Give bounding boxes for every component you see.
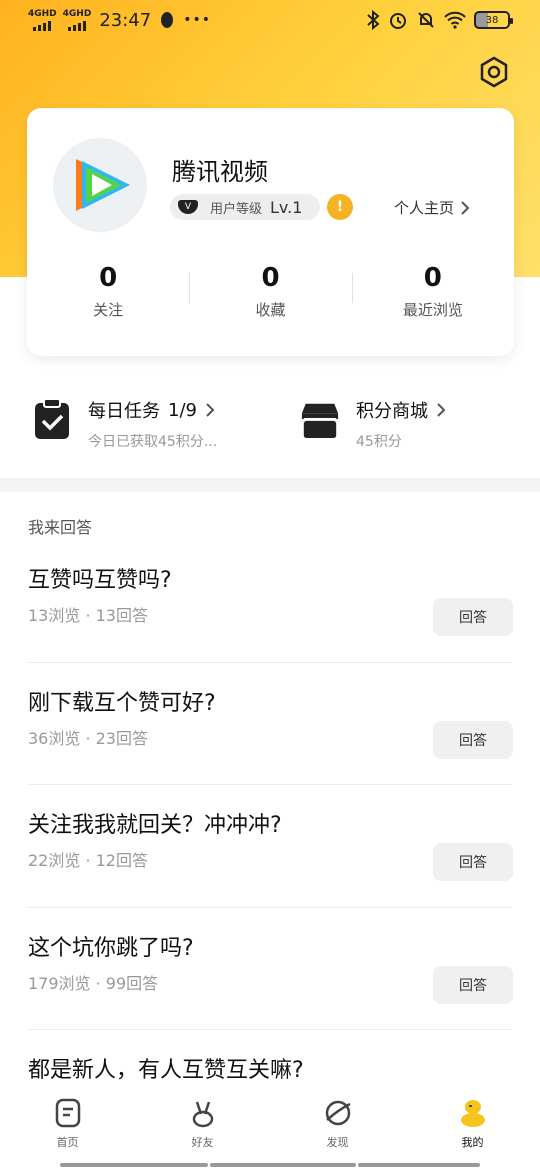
chevron-right-icon [206, 403, 215, 417]
signal-label-1: 4GHD [28, 8, 57, 19]
wifi-icon [444, 11, 466, 29]
nav-discover-label: 发现 [326, 1136, 349, 1149]
home-indicator-right [358, 1163, 480, 1167]
store-box-icon [301, 403, 339, 439]
nav-home-label: 首页 [56, 1136, 79, 1149]
friends-icon [192, 1101, 213, 1128]
clipboard-check-icon [35, 398, 69, 439]
question-list: 互赞吗互赞吗? 13浏览 · 13回答 回答 刚下载互个赞可好? 36浏览 · … [0, 540, 540, 1153]
daily-tasks-title: 每日任务 [88, 401, 160, 422]
question-item[interactable]: 关注我我就回关？冲冲冲? 22浏览 · 12回答 回答 [28, 785, 513, 908]
stat-favorites[interactable]: 0 收藏 [189, 263, 351, 320]
question-title: 互赞吗互赞吗? [28, 568, 172, 593]
nav-discover[interactable]: 发现 [270, 1088, 405, 1158]
tasks-row: 每日任务 1/9 今日已获取45积分... 积分商城 45积分 [0, 385, 540, 475]
points-store-title: 积分商城 [356, 401, 428, 422]
status-time: 23:47 [99, 9, 152, 31]
answer-button[interactable]: 回答 [433, 720, 513, 759]
settings-hexagon-icon [480, 56, 508, 88]
home-icon [55, 1098, 80, 1128]
nav-friends[interactable]: 好友 [135, 1088, 270, 1158]
question-meta: 36浏览 · 23回答 [28, 728, 148, 748]
signal-label-2: 4GHD [62, 8, 92, 19]
answer-section-title: 我来回答 [28, 518, 93, 537]
personal-homepage-label: 个人主页 [394, 199, 455, 217]
question-title: 这个坑你跳了吗? [28, 935, 194, 961]
points-coin-icon[interactable]: ! [327, 194, 353, 220]
status-bar: 4GHD 4GHD 23:47 ••• 38 [0, 0, 540, 40]
nav-me[interactable]: 我的 [405, 1088, 540, 1158]
profile-name: 腾讯视频 [172, 158, 268, 186]
more-notifications: ••• [183, 12, 211, 28]
chevron-right-icon [437, 403, 446, 417]
points-store-entry[interactable]: 积分商城 45积分 [300, 397, 446, 451]
user-level-badge[interactable]: V 用户等级 Lv.1 [170, 194, 320, 220]
question-meta: 179浏览 · 99回答 [28, 973, 159, 993]
battery-indicator: 38 [474, 11, 513, 29]
mute-bell-icon [418, 12, 434, 28]
home-indicator-left [60, 1163, 208, 1167]
answer-button[interactable]: 回答 [433, 598, 513, 636]
settings-button[interactable] [477, 55, 511, 89]
question-item[interactable]: 互赞吗互赞吗? 13浏览 · 13回答 回答 [28, 540, 513, 663]
alarm-icon [390, 13, 406, 29]
question-meta: 13浏览 · 13回答 [28, 606, 148, 625]
nav-home[interactable]: 首页 [0, 1088, 135, 1158]
bluetooth-icon [367, 10, 380, 30]
nav-me-label: 我的 [461, 1136, 484, 1149]
daily-tasks-subtitle: 今日已获取45积分... [88, 434, 218, 450]
bottom-navigation: 首页 好友 发现 我的 [0, 1088, 540, 1158]
level-label: 用户等级 [210, 201, 263, 217]
avatar[interactable] [53, 138, 147, 232]
personal-homepage-link[interactable]: 个人主页 [394, 197, 470, 218]
home-indicator-center [210, 1163, 356, 1167]
discover-planet-icon [325, 1100, 351, 1126]
signal-indicator-1: 4GHD [28, 8, 57, 31]
answer-button[interactable]: 回答 [433, 965, 513, 1004]
stat-value: 0 [261, 263, 280, 293]
me-mascot-icon [460, 1100, 485, 1127]
tencent-video-logo-icon [76, 159, 130, 211]
question-item[interactable]: 这个坑你跳了吗? 179浏览 · 99回答 回答 [28, 908, 513, 1030]
daily-tasks-progress: 1/9 [168, 399, 197, 421]
question-item[interactable]: 刚下载互个赞可好? 36浏览 · 23回答 回答 [28, 663, 513, 785]
qq-penguin-icon [161, 12, 174, 28]
level-value: Lv.1 [270, 197, 303, 217]
question-title: 都是新人，有人互赞互关嘛? [28, 1058, 304, 1083]
stat-value: 0 [99, 263, 118, 293]
stat-label: 收藏 [255, 301, 286, 319]
vip-diamond-icon: V [178, 200, 198, 214]
stats-row: 0 关注 0 收藏 0 最近浏览 [27, 263, 514, 320]
stat-following[interactable]: 0 关注 [27, 263, 189, 320]
stat-label: 关注 [93, 301, 124, 319]
stat-label: 最近浏览 [402, 301, 463, 319]
battery-level: 38 [485, 14, 499, 26]
question-meta: 22浏览 · 12回答 [28, 851, 148, 870]
answer-button[interactable]: 回答 [433, 843, 513, 881]
points-store-subtitle: 45积分 [356, 434, 402, 450]
profile-card: 腾讯视频 V 用户等级 Lv.1 ! 个人主页 0 关注 0 收藏 0 最近浏览 [27, 108, 514, 356]
nav-friends-label: 好友 [191, 1136, 214, 1149]
question-title: 关注我我就回关？冲冲冲? [28, 813, 282, 838]
chevron-right-icon [461, 200, 470, 215]
section-divider [0, 478, 540, 492]
stat-value: 0 [423, 263, 442, 293]
stat-recent-views[interactable]: 0 最近浏览 [351, 263, 514, 320]
question-title: 刚下载互个赞可好? [28, 690, 216, 716]
daily-tasks-entry[interactable]: 每日任务 1/9 今日已获取45积分... [32, 397, 217, 451]
signal-indicator-2: 4GHD [62, 8, 92, 31]
